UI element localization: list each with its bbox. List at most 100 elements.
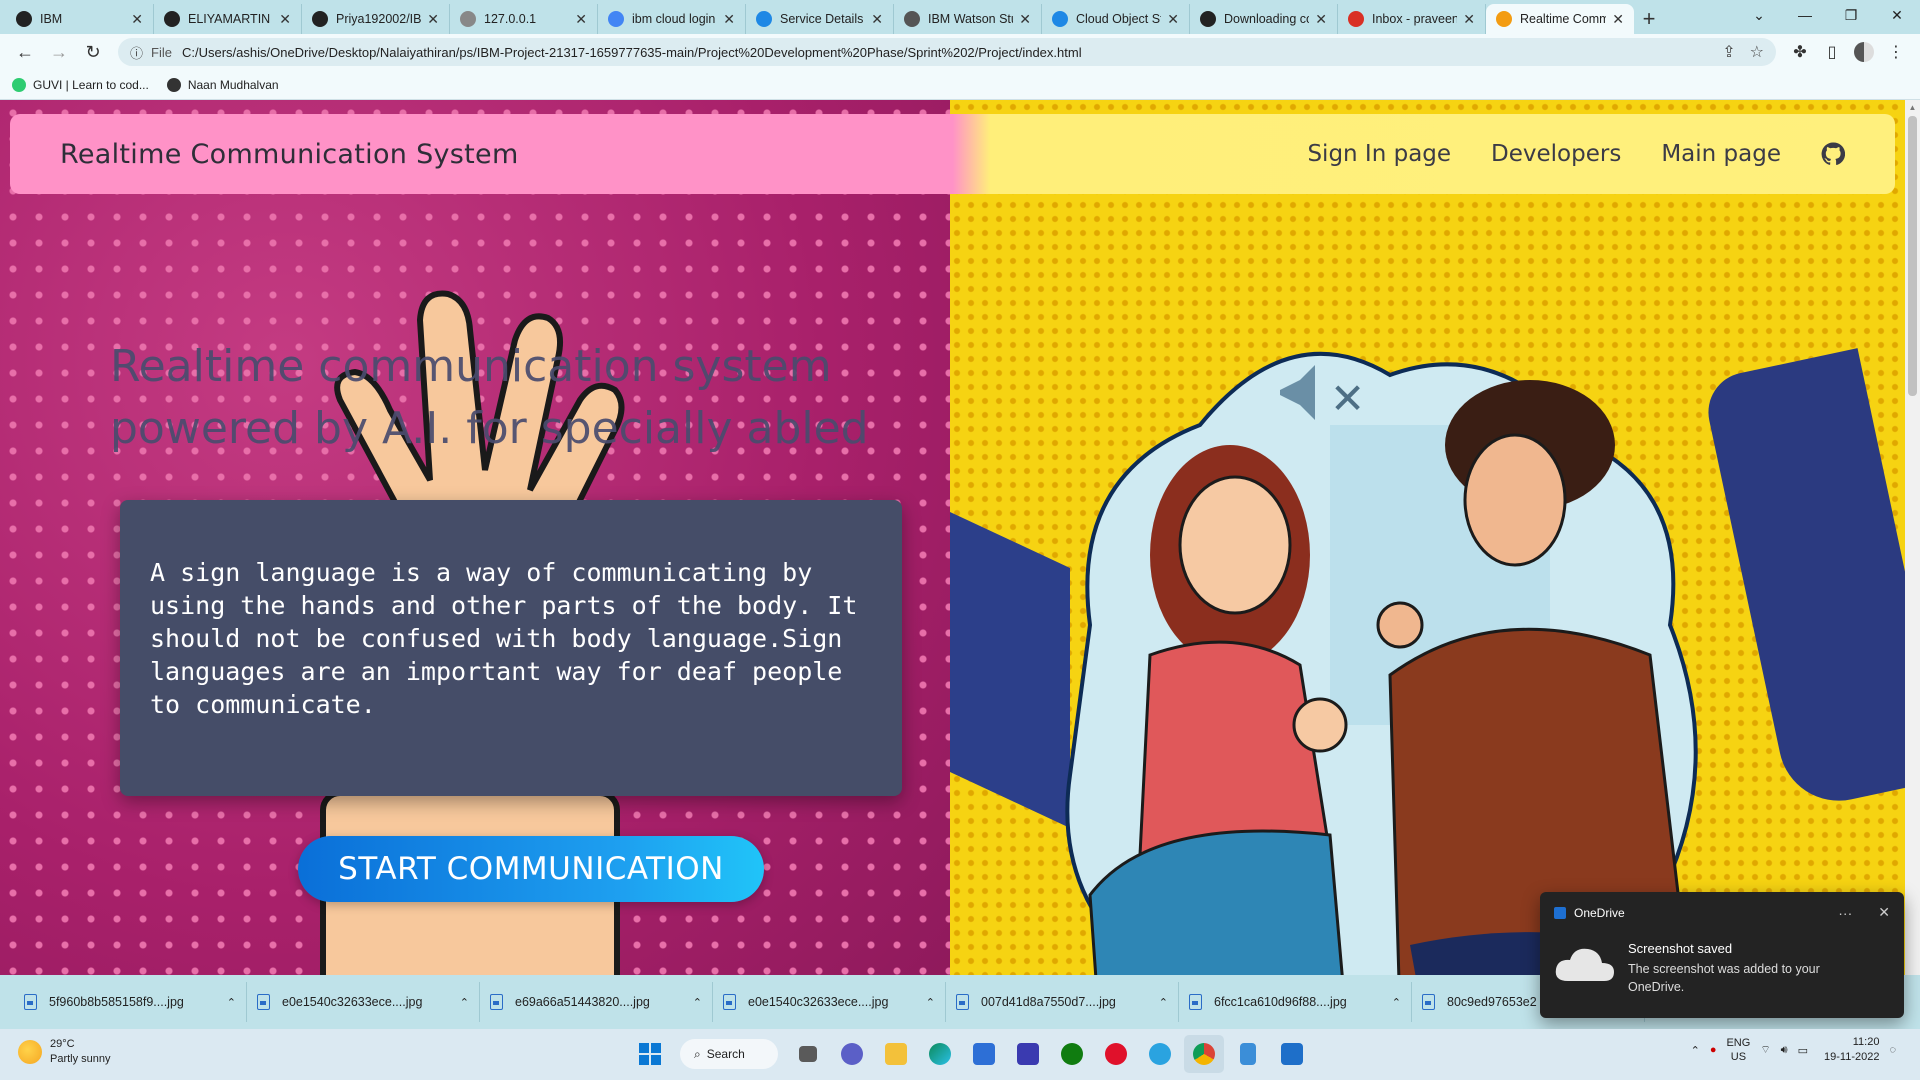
teams-chat-icon[interactable] bbox=[832, 1035, 872, 1073]
restore-button[interactable]: ❐ bbox=[1828, 0, 1874, 30]
start-communication-button[interactable]: START COMMUNICATION bbox=[298, 836, 764, 902]
browser-tab[interactable]: Downloading co ✕ bbox=[1190, 4, 1338, 34]
scrollbar-thumb[interactable] bbox=[1908, 116, 1917, 396]
reload-button[interactable]: ↻ bbox=[76, 37, 110, 67]
window-controls: ⌄ — ❐ ✕ bbox=[1736, 0, 1920, 30]
region-code: US bbox=[1730, 1051, 1747, 1063]
chevron-up-icon[interactable]: ⌃ bbox=[1691, 1044, 1700, 1057]
telegram-icon[interactable] bbox=[1140, 1035, 1180, 1073]
download-item[interactable]: 5f960b8b585158f9....jpg ⌃ bbox=[14, 982, 247, 1022]
nav-main-link[interactable]: Main page bbox=[1661, 141, 1781, 167]
start-button[interactable] bbox=[630, 1035, 670, 1073]
download-item[interactable]: e0e1540c32633ece....jpg ⌃ bbox=[247, 982, 480, 1022]
tab-search-icon[interactable]: ⌄ bbox=[1736, 0, 1782, 30]
download-item[interactable]: e0e1540c32633ece....jpg ⌃ bbox=[713, 982, 946, 1022]
notification-bell-icon[interactable]: ◌ bbox=[1889, 1044, 1896, 1056]
notepad-icon[interactable] bbox=[1228, 1035, 1268, 1073]
tab-close-icon[interactable]: ✕ bbox=[1463, 11, 1475, 28]
onedrive-notification[interactable]: OneDrive ··· ✕ Screenshot saved The scre… bbox=[1540, 892, 1904, 1018]
chevron-up-icon[interactable]: ⌃ bbox=[1392, 996, 1401, 1009]
tab-close-icon[interactable]: ✕ bbox=[575, 11, 587, 28]
share-icon[interactable]: ⇪ bbox=[1722, 42, 1735, 62]
file-explorer-icon[interactable] bbox=[876, 1035, 916, 1073]
browser-tab[interactable]: Realtime Comm ✕ bbox=[1486, 4, 1634, 34]
browser-tab[interactable]: 127.0.0.1 ✕ bbox=[450, 4, 598, 34]
forward-button[interactable]: → bbox=[42, 37, 76, 67]
tab-close-icon[interactable]: ✕ bbox=[1612, 11, 1624, 28]
battery-icon[interactable]: ▭ bbox=[1798, 1044, 1808, 1057]
search-label: Search bbox=[706, 1047, 745, 1061]
tab-close-icon[interactable]: ✕ bbox=[1167, 11, 1179, 28]
site-brand[interactable]: Realtime Communication System bbox=[60, 139, 519, 170]
nav-developers-link[interactable]: Developers bbox=[1491, 141, 1621, 167]
tab-close-icon[interactable]: ✕ bbox=[427, 11, 439, 28]
svg-text:✕: ✕ bbox=[1330, 374, 1365, 423]
download-item[interactable]: 6fcc1ca610d96f88....jpg ⌃ bbox=[1179, 982, 1412, 1022]
chrome-icon[interactable] bbox=[1184, 1035, 1224, 1073]
tab-close-icon[interactable]: ✕ bbox=[871, 11, 883, 28]
extensions-icon[interactable]: ✤ bbox=[1784, 42, 1816, 62]
browser-tab[interactable]: Cloud Object St ✕ bbox=[1042, 4, 1190, 34]
site-info-icon[interactable]: ⓘ bbox=[130, 43, 143, 62]
tab-close-icon[interactable]: ✕ bbox=[279, 11, 291, 28]
store-icon[interactable] bbox=[964, 1035, 1004, 1073]
tab-label: Realtime Comm bbox=[1520, 12, 1607, 26]
github-icon[interactable] bbox=[1821, 142, 1845, 166]
edge-icon[interactable] bbox=[920, 1035, 960, 1073]
chevron-up-icon[interactable]: ⌃ bbox=[926, 996, 935, 1009]
tab-close-icon[interactable]: ✕ bbox=[1019, 11, 1031, 28]
nav-signin-link[interactable]: Sign In page bbox=[1307, 141, 1451, 167]
taskbar-search[interactable]: ⌕ Search bbox=[680, 1039, 778, 1069]
download-item[interactable]: 007d41d8a7550d7....jpg ⌃ bbox=[946, 982, 1179, 1022]
chevron-up-icon[interactable]: ⌃ bbox=[1159, 996, 1168, 1009]
address-bar[interactable]: ⓘ File C:/Users/ashis/OneDrive/Desktop/N… bbox=[118, 38, 1776, 66]
browser-tab[interactable]: ELIYAMARTIN ✕ bbox=[154, 4, 302, 34]
download-filename: e69a66a51443820....jpg bbox=[515, 995, 650, 1009]
language-indicator[interactable]: ENG US bbox=[1726, 1036, 1750, 1064]
browser-tab[interactable]: ibm cloud login ✕ bbox=[598, 4, 746, 34]
menu-kebab-icon[interactable]: ⋮ bbox=[1880, 42, 1912, 62]
opera-icon[interactable] bbox=[1096, 1035, 1136, 1073]
scroll-up-icon[interactable]: ▲ bbox=[1905, 100, 1920, 115]
bookmark-star-icon[interactable]: ☆ bbox=[1750, 42, 1764, 62]
wifi-icon[interactable]: ⌔ bbox=[1760, 1043, 1770, 1057]
windows-taskbar: 29°C Partly sunny ⌕ Search ⌃ ● ENG US ⌔ … bbox=[0, 1029, 1920, 1080]
side-panel-icon[interactable]: ▯ bbox=[1816, 42, 1848, 62]
tab-close-icon[interactable]: ✕ bbox=[723, 11, 735, 28]
chevron-up-icon[interactable]: ⌃ bbox=[227, 996, 236, 1009]
image-file-icon bbox=[956, 994, 969, 1010]
download-filename: e0e1540c32633ece....jpg bbox=[282, 995, 423, 1009]
tab-close-icon[interactable]: ✕ bbox=[131, 11, 143, 28]
browser-tab[interactable]: IBM Watson Stu ✕ bbox=[894, 4, 1042, 34]
chevron-up-icon[interactable]: ⌃ bbox=[693, 996, 702, 1009]
tab-close-icon[interactable]: ✕ bbox=[1315, 11, 1327, 28]
back-button[interactable]: ← bbox=[8, 37, 42, 67]
browser-tab[interactable]: Priya192002/IBM ✕ bbox=[302, 4, 450, 34]
weather-widget[interactable]: 29°C Partly sunny bbox=[18, 1037, 111, 1067]
xbox-icon[interactable] bbox=[1052, 1035, 1092, 1073]
gmail-icon bbox=[1348, 11, 1364, 27]
close-icon[interactable]: ✕ bbox=[1878, 904, 1890, 921]
more-options-icon[interactable]: ··· bbox=[1838, 905, 1852, 921]
url-text[interactable]: C:/Users/ashis/OneDrive/Desktop/Nalaiyat… bbox=[182, 45, 1708, 60]
task-view-icon[interactable] bbox=[788, 1035, 828, 1073]
minimize-button[interactable]: — bbox=[1782, 0, 1828, 30]
chevron-up-icon[interactable]: ⌃ bbox=[460, 996, 469, 1009]
network-alert-icon[interactable]: ● bbox=[1710, 1044, 1717, 1056]
page-scrollbar[interactable]: ▲ bbox=[1905, 100, 1920, 975]
volume-icon[interactable]: 🔊︎ bbox=[1781, 1044, 1788, 1057]
window-app-icon[interactable] bbox=[1272, 1035, 1312, 1073]
new-tab-button[interactable]: + bbox=[1634, 4, 1664, 34]
download-item[interactable]: e69a66a51443820....jpg ⌃ bbox=[480, 982, 713, 1022]
sign-language-scene-illustration: ✕ bbox=[1065, 351, 1698, 975]
tab-label: Service Details bbox=[780, 12, 864, 26]
app-icon[interactable] bbox=[1008, 1035, 1048, 1073]
profile-avatar[interactable] bbox=[1848, 42, 1880, 62]
browser-tab[interactable]: IBM ✕ bbox=[6, 4, 154, 34]
close-window-button[interactable]: ✕ bbox=[1874, 0, 1920, 30]
bookmark-guvi[interactable]: GUVI | Learn to cod... bbox=[12, 77, 149, 92]
clock[interactable]: 11:20 19-11-2022 bbox=[1824, 1035, 1879, 1065]
bookmark-naan-mudhalvan[interactable]: Naan Mudhalvan bbox=[166, 77, 279, 92]
browser-tab[interactable]: Inbox - praveen ✕ bbox=[1338, 4, 1486, 34]
browser-tab[interactable]: Service Details ✕ bbox=[746, 4, 894, 34]
